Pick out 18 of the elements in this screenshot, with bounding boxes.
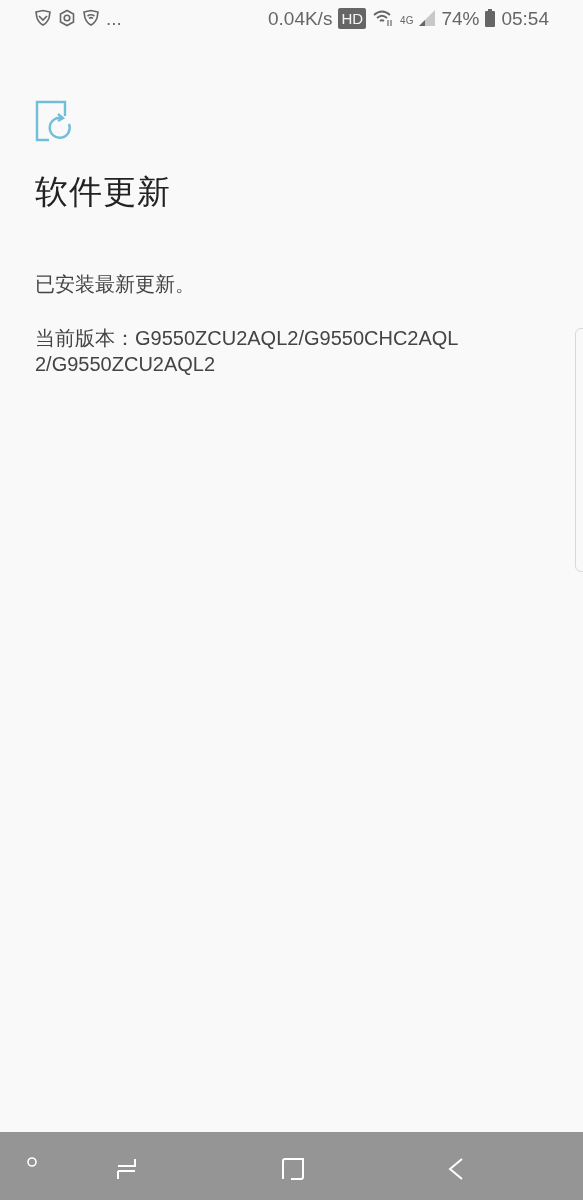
hexagon-icon (58, 9, 76, 27)
network-speed: 0.04K/s (267, 8, 333, 28)
shield-icon (34, 9, 52, 27)
home-icon[interactable] (280, 1156, 306, 1182)
wifi-icon (372, 9, 395, 27)
current-version: 当前版本：G9550ZCU2AQL2/G9550CHC2AQL2/G9550ZCU2AQL2 (35, 326, 460, 377)
network-type: 4G (400, 15, 414, 26)
more-notifications: ... (106, 8, 122, 28)
dot-icon[interactable] (26, 1156, 38, 1168)
software-update-icon (35, 100, 73, 142)
battery-icon (485, 9, 496, 27)
page-title: 软件更新 (35, 172, 172, 212)
clock: 05:54 (501, 8, 549, 28)
hd-badge: HD (338, 7, 367, 29)
shield-wifi-icon (82, 9, 100, 27)
status-message: 已安装最新更新。 (35, 272, 196, 297)
signal-icon (419, 10, 436, 26)
battery-percent: 74% (441, 8, 480, 28)
